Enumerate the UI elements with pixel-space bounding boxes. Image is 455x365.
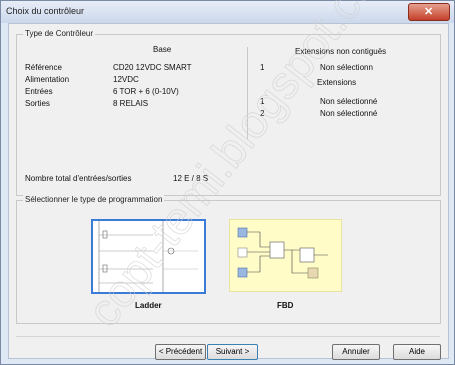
previous-button[interactable]: < Précédent <box>155 344 206 360</box>
help-button[interactable]: Aide <box>393 344 441 360</box>
dialog-body: Type de Contrôleur Base Référence CD20 1… <box>8 23 449 360</box>
ladder-option[interactable] <box>91 219 206 294</box>
column-divider <box>247 47 248 139</box>
fbd-label: FBD <box>277 301 294 310</box>
power-label: Alimentation <box>25 75 70 84</box>
ext-value-1[interactable]: Non sélectionné <box>320 97 377 106</box>
close-icon: ✕ <box>424 6 434 18</box>
controller-type-legend: Type de Contrôleur <box>23 29 96 38</box>
ladder-diagram-icon <box>98 221 198 292</box>
ladder-label: Ladder <box>135 301 162 310</box>
inputs-label: Entrées <box>25 87 53 96</box>
noncontig-extensions-header: Extensions non contiguës <box>295 47 387 56</box>
reference-value: CD20 12VDC SMART <box>113 63 192 72</box>
base-header: Base <box>153 45 172 54</box>
dialog-window: Choix du contrôleur ✕ Type de Contrôleur… <box>0 0 455 365</box>
outputs-value: 8 RELAIS <box>113 99 149 108</box>
noncontig-value-1[interactable]: Non sélectionn <box>320 63 373 72</box>
inputs-value: 6 TOR + 6 (0-10V) <box>113 87 179 96</box>
title-bar[interactable]: Choix du contrôleur ✕ <box>1 1 454 23</box>
ext-value-2[interactable]: Non sélectionné <box>320 109 377 118</box>
noncontig-index-1: 1 <box>260 63 265 72</box>
total-io-label: Nombre total d'entrées/sorties <box>25 174 132 183</box>
close-button[interactable]: ✕ <box>408 3 450 21</box>
controller-type-group: Type de Contrôleur Base Référence CD20 1… <box>16 29 441 196</box>
power-value: 12VDC <box>113 75 139 84</box>
cancel-button[interactable]: Annuler <box>332 344 380 360</box>
programming-type-legend: Sélectionner le type de programmation <box>23 195 165 204</box>
reference-label: Référence <box>25 63 62 72</box>
fbd-option[interactable] <box>229 219 342 292</box>
next-button[interactable]: Suivant > <box>207 344 258 360</box>
extensions-header: Extensions <box>317 78 357 87</box>
window-title: Choix du contrôleur <box>6 6 85 16</box>
total-io-value: 12 E / 8 S <box>173 174 209 183</box>
button-separator <box>16 336 440 337</box>
fbd-diagram-icon <box>237 227 328 279</box>
ext-index-1: 1 <box>260 97 265 106</box>
ext-index-2: 2 <box>260 109 265 118</box>
outputs-label: Sorties <box>25 99 50 108</box>
